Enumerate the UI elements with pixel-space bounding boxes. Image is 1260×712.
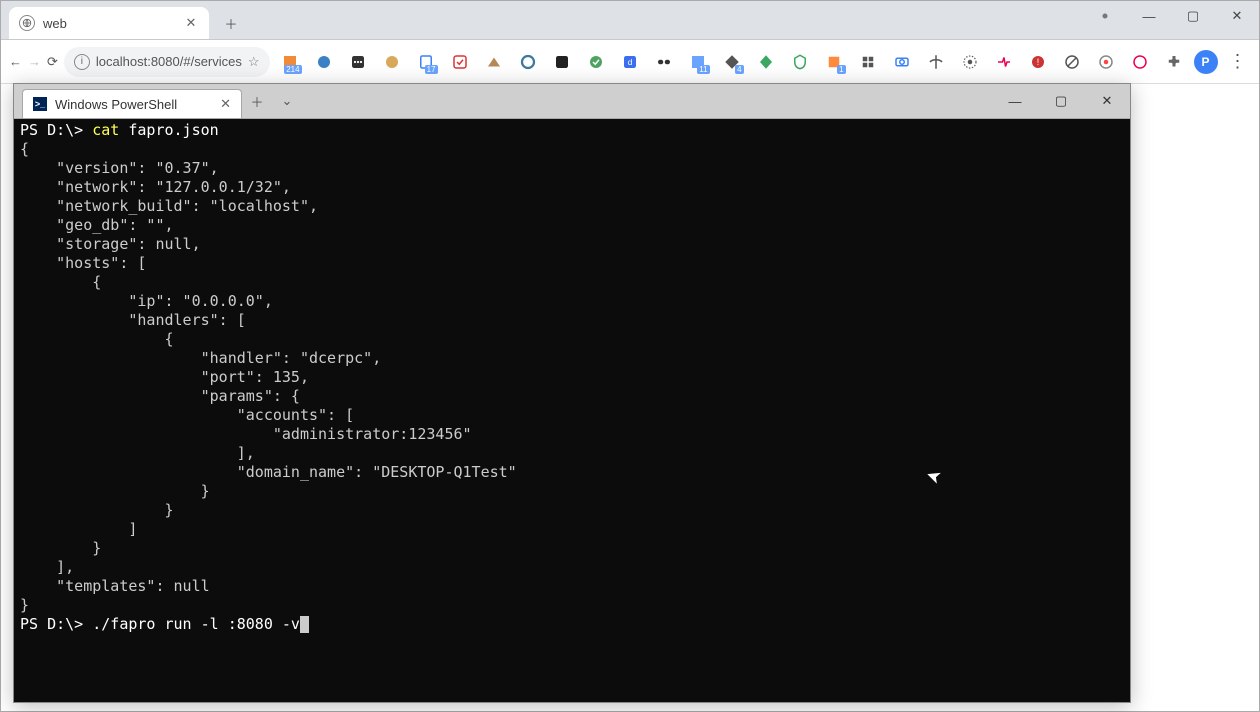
- ext-icon[interactable]: [820, 48, 848, 76]
- chrome-titlebar: web ✕ ＋ — ▢ ✕: [1, 1, 1259, 40]
- ext-icon[interactable]: [480, 48, 508, 76]
- close-icon[interactable]: ✕: [183, 15, 199, 31]
- maximize-icon[interactable]: ▢: [1171, 1, 1215, 31]
- terminal-window-controls: — ▢ ✕: [992, 84, 1130, 118]
- ext-icon[interactable]: [922, 48, 950, 76]
- ext-icon[interactable]: [344, 48, 372, 76]
- ext-icon[interactable]: [854, 48, 882, 76]
- minimize-icon[interactable]: —: [992, 84, 1038, 118]
- ext-icon[interactable]: [650, 48, 678, 76]
- ext-icon[interactable]: [276, 48, 304, 76]
- terminal-titlebar: >_ Windows PowerShell ✕ ＋ ⌄ — ▢ ✕: [14, 84, 1130, 119]
- forward-button[interactable]: →: [28, 48, 41, 76]
- extensions-row: d ! P ⋮: [276, 48, 1252, 76]
- site-info-icon[interactable]: i: [74, 54, 90, 70]
- new-terminal-tab[interactable]: ＋: [242, 86, 272, 116]
- terminal-tab[interactable]: >_ Windows PowerShell ✕: [22, 89, 242, 118]
- url-text: localhost:8080/#/services: [96, 54, 242, 69]
- terminal-tab-title: Windows PowerShell: [55, 97, 177, 112]
- window-controls: — ▢ ✕: [1083, 1, 1259, 31]
- back-button[interactable]: ←: [9, 48, 22, 76]
- chrome-tab-row: web ✕ ＋: [1, 7, 1083, 39]
- star-icon[interactable]: ☆: [248, 54, 260, 70]
- ext-icon[interactable]: [514, 48, 542, 76]
- terminal-dropdown-icon[interactable]: ⌄: [272, 86, 302, 116]
- powershell-icon: >_: [33, 97, 47, 111]
- menu-icon[interactable]: ⋮: [1224, 48, 1252, 76]
- browser-tab-title: web: [43, 16, 67, 31]
- minimize-icon[interactable]: —: [1127, 1, 1171, 31]
- svg-text:!: !: [1036, 57, 1039, 67]
- ext-icon[interactable]: [786, 48, 814, 76]
- close-icon[interactable]: ✕: [220, 96, 231, 112]
- new-tab-button[interactable]: ＋: [217, 9, 245, 37]
- address-bar[interactable]: i localhost:8080/#/services ☆: [64, 47, 270, 77]
- extensions-icon[interactable]: [1160, 48, 1188, 76]
- terminal-body[interactable]: PS D:\> cat fapro.json{ "version": "0.37…: [14, 119, 1130, 702]
- svg-text:d: d: [627, 58, 632, 67]
- browser-tab[interactable]: web ✕: [9, 7, 209, 39]
- ext-icon[interactable]: [412, 48, 440, 76]
- ext-icon[interactable]: [1058, 48, 1086, 76]
- ext-icon[interactable]: [1092, 48, 1120, 76]
- dropdown-icon[interactable]: [1083, 1, 1127, 31]
- ext-icon[interactable]: [582, 48, 610, 76]
- ext-icon[interactable]: [1126, 48, 1154, 76]
- close-window-icon[interactable]: ✕: [1215, 1, 1259, 31]
- ext-icon[interactable]: [990, 48, 1018, 76]
- globe-icon: [19, 15, 35, 31]
- ext-icon[interactable]: [446, 48, 474, 76]
- ext-icon[interactable]: d: [616, 48, 644, 76]
- ext-icon[interactable]: [888, 48, 916, 76]
- ext-icon[interactable]: [310, 48, 338, 76]
- ext-icon[interactable]: [956, 48, 984, 76]
- chrome-toolbar: ← → ⟳ i localhost:8080/#/services ☆ d !: [1, 40, 1259, 84]
- ext-icon[interactable]: [718, 48, 746, 76]
- terminal-window: >_ Windows PowerShell ✕ ＋ ⌄ — ▢ ✕ PS D:\…: [13, 83, 1131, 703]
- profile-avatar[interactable]: P: [1194, 50, 1218, 74]
- ext-icon[interactable]: [684, 48, 712, 76]
- reload-button[interactable]: ⟳: [47, 48, 58, 76]
- ext-icon[interactable]: [752, 48, 780, 76]
- ext-icon[interactable]: [548, 48, 576, 76]
- maximize-icon[interactable]: ▢: [1038, 84, 1084, 118]
- ext-icon[interactable]: !: [1024, 48, 1052, 76]
- close-icon[interactable]: ✕: [1084, 84, 1130, 118]
- ext-icon[interactable]: [378, 48, 406, 76]
